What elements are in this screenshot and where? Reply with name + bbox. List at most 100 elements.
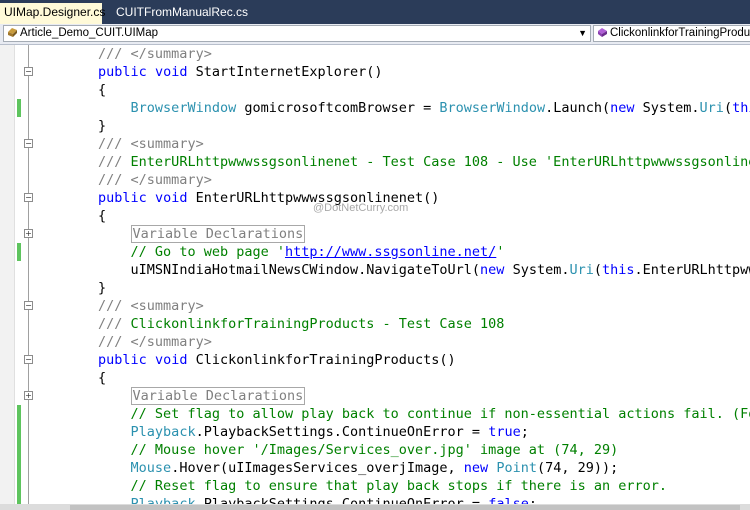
code-token: ( [723, 100, 733, 116]
code-text: /// ClickonlinkforTrainingProducts - Tes… [33, 315, 504, 333]
code-token: <summary> [130, 298, 204, 314]
collapsed-region[interactable]: Variable Declarations [130, 225, 306, 243]
code-text: Variable Declarations [33, 387, 306, 405]
code-line[interactable]: /// ClickonlinkforTrainingProducts - Tes… [0, 315, 750, 333]
code-token: .Hover(uIImagesServices_overjImage, [171, 460, 464, 476]
code-line[interactable]: } [0, 117, 750, 135]
code-line[interactable]: // Go to web page 'http://www.ssgsonline… [0, 243, 750, 261]
code-line[interactable]: − /// <summary> [0, 135, 750, 153]
code-token: /// [98, 154, 131, 170]
code-token: System. [504, 262, 570, 278]
tab-label: UIMap.Designer.cs [4, 5, 106, 19]
code-text: /// <summary> [33, 297, 204, 315]
collapse-icon[interactable]: − [24, 301, 33, 310]
tab-cuit-from-manual-rec[interactable]: CUITFromManualRec.cs [112, 3, 248, 24]
code-line[interactable]: + Variable Declarations [0, 387, 750, 405]
code-line[interactable]: − public void ClickonlinkforTrainingProd… [0, 351, 750, 369]
change-indicator [17, 477, 21, 495]
code-token: this [602, 262, 635, 278]
code-text: BrowserWindow gomicrosoftcomBrowser = Br… [33, 99, 750, 117]
code-text: { [33, 207, 106, 225]
code-line[interactable]: } [0, 279, 750, 297]
code-text: Variable Declarations [33, 225, 306, 243]
change-indicator [17, 441, 21, 459]
outline-line [28, 117, 29, 135]
change-indicator [17, 405, 21, 423]
code-line[interactable]: Mouse.Hover(uIImagesServices_overjImage,… [0, 459, 750, 477]
code-token: void [154, 352, 188, 368]
scrollbar-thumb[interactable] [70, 505, 740, 510]
code-token: this [732, 100, 750, 116]
outline-line [28, 477, 29, 495]
collapse-icon[interactable]: − [24, 67, 33, 76]
code-line[interactable]: uIMSNIndiaHotmailNewsCWindow.NavigateToU… [0, 261, 750, 279]
code-line[interactable]: /// EnterURLhttpwwwssgsonlinenet - Test … [0, 153, 750, 171]
code-token: Uri [569, 262, 594, 278]
code-token: // Reset flag to ensure that play back s… [130, 478, 667, 494]
code-line[interactable]: // Set flag to allow play back to contin… [0, 405, 750, 423]
code-token: } [98, 118, 107, 134]
code-line[interactable]: { [0, 369, 750, 387]
change-indicator [17, 423, 21, 441]
outline-line [28, 441, 29, 459]
code-line[interactable]: + Variable Declarations [0, 225, 750, 243]
code-line[interactable]: − /// <summary> [0, 297, 750, 315]
code-line[interactable]: /// </summary> [0, 171, 750, 189]
code-text: public void StartInternetExplorer() [33, 63, 383, 81]
outline-line [28, 279, 29, 297]
code-token: .EnterURLhttpwwwssgsonlinenetParams.UIMS… [634, 262, 750, 278]
member-dropdown[interactable]: ClickonlinkforTrainingProducts ▼ [593, 25, 750, 42]
expand-icon[interactable]: + [24, 391, 33, 400]
code-text: { [33, 81, 106, 99]
code-line[interactable]: − public void StartInternetExplorer() [0, 63, 750, 81]
class-dropdown[interactable]: Article_Demo_CUIT.UIMap ▼ [3, 25, 591, 42]
code-token: // Go to web page ' [130, 244, 285, 260]
code-token[interactable]: http://www.ssgsonline.net/ [285, 244, 496, 260]
code-token: /// </summary> [98, 334, 212, 350]
horizontal-scrollbar[interactable] [0, 504, 750, 510]
code-token: } [98, 280, 107, 296]
code-text: // Mouse hover '/Images/Services_over.jp… [33, 441, 619, 459]
code-token: ClickonlinkforTrainingProducts() [187, 352, 456, 368]
code-token: public [98, 64, 147, 80]
outline-line [28, 459, 29, 477]
collapse-icon[interactable]: − [24, 139, 33, 148]
code-token: (74, 29)); [536, 460, 619, 476]
code-token: public [98, 190, 147, 206]
collapse-icon[interactable]: − [24, 355, 33, 364]
code-line[interactable]: Playback.PlaybackSettings.ContinueOnErro… [0, 423, 750, 441]
code-token: Point [496, 460, 537, 476]
code-text: // Go to web page 'http://www.ssgsonline… [33, 243, 505, 261]
code-editor[interactable]: /// </summary> − public void StartInterne… [0, 45, 750, 510]
code-text: /// </summary> [33, 171, 212, 189]
code-line[interactable]: /// </summary> [0, 333, 750, 351]
code-line[interactable]: /// </summary> [0, 45, 750, 63]
outline-line [28, 171, 29, 189]
tab-label: CUITFromManualRec.cs [116, 5, 249, 19]
collapse-icon[interactable]: − [24, 193, 33, 202]
collapsed-region[interactable]: Variable Declarations [130, 387, 306, 405]
code-token: new [610, 100, 635, 116]
outline-line [28, 99, 29, 117]
code-line[interactable]: // Mouse hover '/Images/Services_over.jp… [0, 441, 750, 459]
tab-uimap-designer[interactable]: UIMap.Designer.cs [0, 3, 106, 24]
code-token: BrowserWindow [439, 100, 546, 116]
code-line[interactable]: // Reset flag to ensure that play back s… [0, 477, 750, 495]
expand-icon[interactable]: + [24, 229, 33, 238]
code-line[interactable]: BrowserWindow gomicrosoftcomBrowser = Br… [0, 99, 750, 117]
code-token: true [488, 424, 521, 440]
code-text: // Set flag to allow play back to contin… [33, 405, 750, 423]
code-line[interactable]: { [0, 81, 750, 99]
chevron-down-icon: ▼ [578, 28, 587, 38]
code-token: /// [98, 136, 131, 152]
outline-line [28, 243, 29, 261]
code-token: .PlaybackSettings.ContinueOnError = [195, 424, 489, 440]
change-indicator [17, 99, 21, 117]
code-token: gomicrosoftcomBrowser = [236, 100, 440, 116]
code-token: ( [593, 262, 602, 278]
code-token: { [98, 370, 107, 386]
outline-line [28, 333, 29, 351]
code-token: { [98, 208, 107, 224]
document-tab-bar: UIMap.Designer.cs CUITFromManualRec.cs [0, 0, 750, 24]
